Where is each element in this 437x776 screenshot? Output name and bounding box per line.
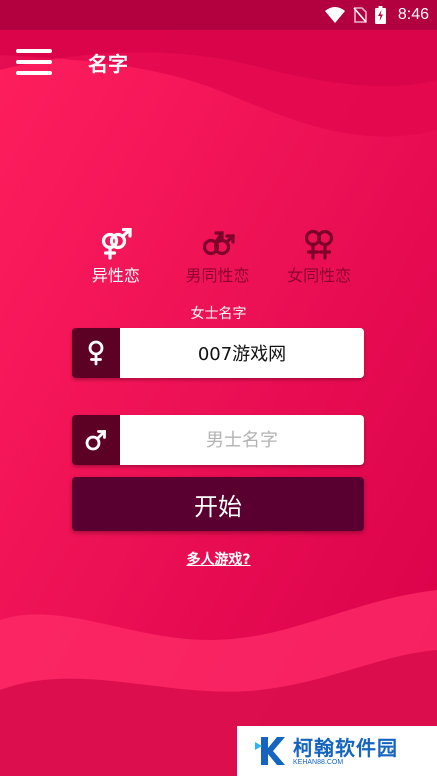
female-name-input[interactable]	[120, 328, 364, 378]
male-name-field	[72, 415, 364, 465]
mode-label-gay: 男同性恋	[185, 266, 250, 285]
female-symbol-icon	[72, 328, 120, 378]
wifi-icon	[324, 7, 345, 23]
multiplayer-link-row: 多人游戏?	[0, 549, 437, 569]
background-waves	[0, 0, 437, 776]
multiplayer-link[interactable]: 多人游戏?	[186, 552, 250, 568]
hamburger-menu-icon[interactable]	[16, 49, 52, 75]
male-name-input[interactable]	[120, 415, 364, 465]
male-symbol-icon	[72, 415, 120, 465]
mode-heterosexual[interactable]: 异性恋	[65, 228, 167, 286]
watermark-url: KEHAN88.COM	[293, 758, 344, 766]
hetero-gender-icon	[101, 228, 132, 260]
watermark-name: 柯翰软件园	[293, 735, 398, 760]
lesbian-gender-icon	[305, 229, 334, 260]
status-time: 8:46	[397, 6, 429, 23]
mode-label-heterosexual: 异性恋	[91, 266, 140, 285]
app-bar: 名字	[0, 30, 437, 94]
mode-label-lesbian: 女同性恋	[287, 266, 352, 285]
gay-gender-icon	[202, 231, 235, 256]
watermark: 柯翰软件园 KEHAN88.COM	[237, 726, 437, 776]
battery-charging-icon	[374, 6, 386, 24]
no-sim-icon	[353, 7, 367, 23]
female-name-field	[72, 328, 364, 378]
start-button[interactable]: 开始	[72, 477, 364, 531]
mode-gay[interactable]: 男同性恋	[167, 228, 269, 286]
kehan-logo-icon	[255, 737, 285, 765]
mode-selector: 异性恋 男同性恋 女同性恋	[65, 228, 370, 286]
page-title: 名字	[88, 51, 128, 76]
status-bar: 8:46	[0, 0, 437, 30]
mode-lesbian[interactable]: 女同性恋	[268, 228, 370, 286]
female-name-caption: 女士名字	[190, 306, 247, 322]
